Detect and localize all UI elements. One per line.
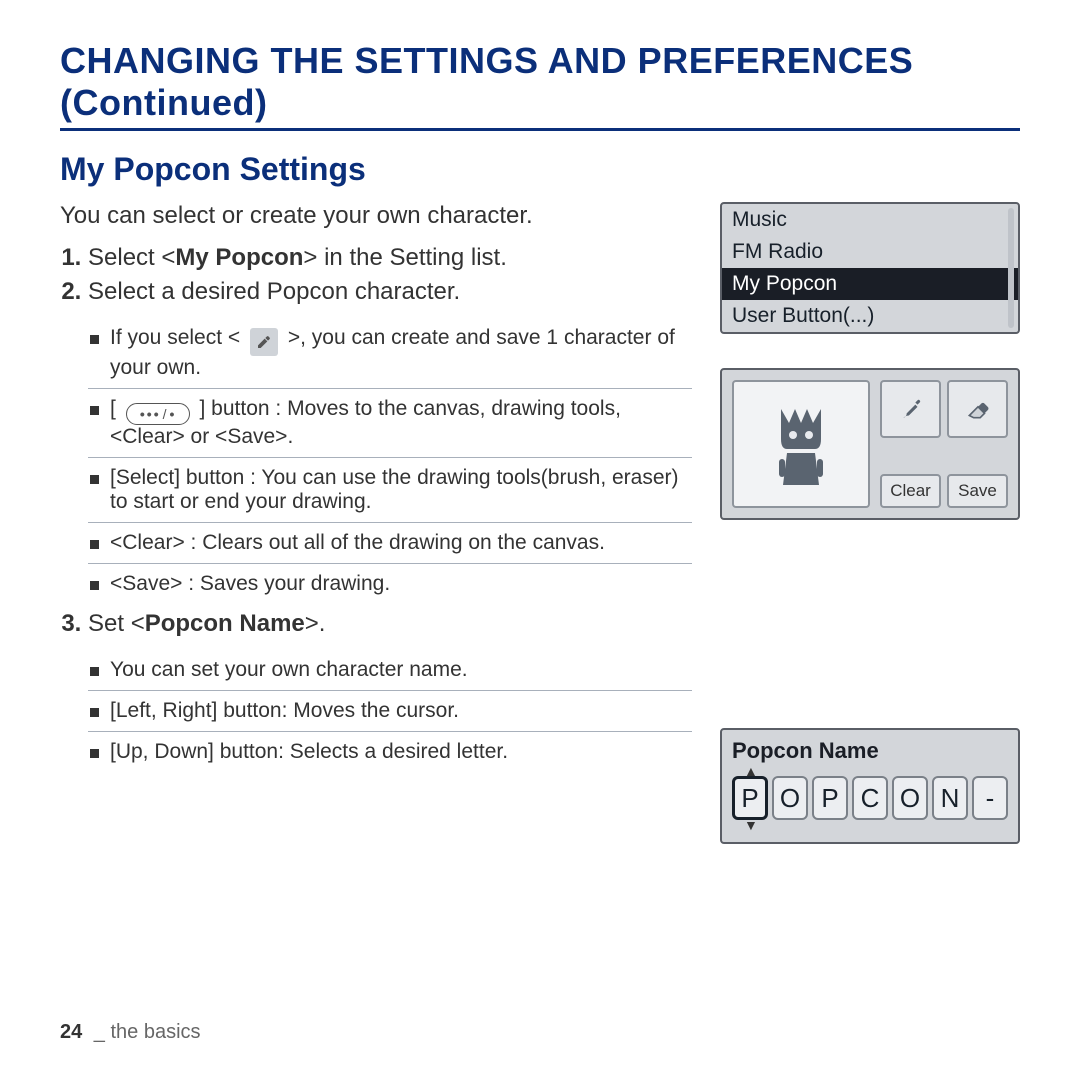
popcon-character-icon xyxy=(761,399,841,489)
intro-text: You can select or create your own charac… xyxy=(60,202,692,230)
instructions-column: You can select or create your own charac… xyxy=(60,202,692,778)
name-cell-4[interactable]: O xyxy=(892,776,928,820)
step2-b1: If you select < >, you can create and sa… xyxy=(88,318,692,389)
step1-post: > in the Setting list. xyxy=(303,244,506,271)
list-item-mypopcon[interactable]: My Popcon xyxy=(722,268,1018,300)
step1-strong: My Popcon xyxy=(175,244,303,271)
step3-b3: [Up, Down] button: Selects a desired let… xyxy=(88,732,692,772)
name-cell-5[interactable]: N xyxy=(932,776,968,820)
step2-text: Select a desired Popcon character. xyxy=(88,278,460,305)
step-1: Select <My Popcon> in the Setting list. xyxy=(88,244,692,272)
popcon-name-label: Popcon Name xyxy=(732,738,1008,764)
manual-page: CHANGING THE SETTINGS AND PREFERENCES (C… xyxy=(0,0,1080,1080)
name-cell-3[interactable]: C xyxy=(852,776,888,820)
step3-sublist: You can set your own character name. [Le… xyxy=(88,644,692,772)
step2-b2b: ] button : Moves to the canvas, drawing … xyxy=(110,397,621,448)
nav-button-icon: •••/• xyxy=(126,403,190,425)
brush-icon xyxy=(898,396,924,422)
draw-canvas[interactable] xyxy=(732,380,870,508)
step2-b4: <Clear> : Clears out all of the drawing … xyxy=(88,523,692,564)
section-label: _ the basics xyxy=(88,1021,200,1043)
down-caret-icon[interactable]: ▼ xyxy=(744,820,1008,830)
spacer xyxy=(720,554,1020,694)
list-scrollbar[interactable] xyxy=(1008,208,1014,328)
page-number: 24 xyxy=(60,1021,82,1043)
step3-b1: You can set your own character name. xyxy=(88,650,692,691)
up-caret-icon[interactable]: ▲ xyxy=(744,766,1008,776)
step3-post: >. xyxy=(305,610,326,637)
step3-b2: [Left, Right] button: Moves the cursor. xyxy=(88,691,692,732)
step3-pre: Set < xyxy=(88,610,145,637)
page-title: CHANGING THE SETTINGS AND PREFERENCES (C… xyxy=(60,40,1020,131)
name-cell-0[interactable]: P xyxy=(732,776,768,820)
step-3: Set <Popcon Name>. You can set your own … xyxy=(88,610,692,772)
brush-tool[interactable] xyxy=(880,380,941,438)
popcon-name-box: Popcon Name ▲ P O P C O N - ▼ xyxy=(720,728,1020,844)
step2-b2a: [ xyxy=(110,397,122,420)
step2-b3: [Select] button : You can use the drawin… xyxy=(88,458,692,523)
step2-b1a: If you select < xyxy=(110,326,246,349)
content-columns: You can select or create your own charac… xyxy=(60,202,1020,844)
device-settings-list: Music FM Radio My Popcon User Button(...… xyxy=(720,202,1020,334)
step2-b5: <Save> : Saves your drawing. xyxy=(88,564,692,604)
name-cells: P O P C O N - xyxy=(732,776,1008,820)
list-item-userbutton[interactable]: User Button(...) xyxy=(722,300,1018,332)
page-footer: 24 _ the basics xyxy=(60,1021,201,1044)
save-button[interactable]: Save xyxy=(947,474,1008,508)
name-cell-1[interactable]: O xyxy=(772,776,808,820)
steps-list: Select <My Popcon> in the Setting list. … xyxy=(60,244,692,772)
name-cell-2[interactable]: P xyxy=(812,776,848,820)
step-2: Select a desired Popcon character. If yo… xyxy=(88,278,692,604)
section-title: My Popcon Settings xyxy=(60,151,1020,188)
eraser-icon xyxy=(965,396,991,422)
tool-panel: Clear Save xyxy=(880,380,1008,508)
step3-strong: Popcon Name xyxy=(145,610,305,637)
step2-b2: [ •••/• ] button : Moves to the canvas, … xyxy=(88,389,692,458)
popcon-editor: Clear Save xyxy=(720,368,1020,520)
eraser-tool[interactable] xyxy=(947,380,1008,438)
name-cell-6[interactable]: - xyxy=(972,776,1008,820)
list-item-music[interactable]: Music xyxy=(722,204,1018,236)
step1-pre: Select < xyxy=(88,244,175,271)
clear-button[interactable]: Clear xyxy=(880,474,941,508)
device-screens-column: Music FM Radio My Popcon User Button(...… xyxy=(720,202,1020,844)
step2-sublist: If you select < >, you can create and sa… xyxy=(88,312,692,604)
list-item-fmradio[interactable]: FM Radio xyxy=(722,236,1018,268)
pencil-icon xyxy=(250,328,278,356)
